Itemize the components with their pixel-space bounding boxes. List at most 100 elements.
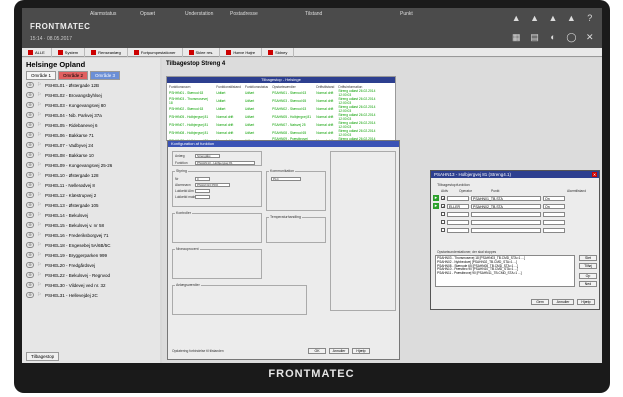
table-row[interactable]: PSHHN01 - Stænod 63 Udført Udført PSAHN01 -… [169, 89, 393, 97]
tab-alle[interactable]: ALLE [22, 47, 52, 57]
cancel-button[interactable]: Annuller [552, 299, 574, 305]
alarm-state-select[interactable] [543, 211, 565, 217]
punkt-field[interactable] [471, 211, 541, 217]
bell-icon[interactable]: ▲ [508, 10, 524, 27]
tab-renseanlaeg[interactable]: Renseanlæg [85, 47, 128, 57]
station-item[interactable]: ⊕ ⚐ PSHEL18 - Engesebej 5A/6B/5C [22, 240, 160, 250]
tab-sidney[interactable]: Sidney [262, 47, 295, 57]
col-postadresse[interactable]: Postadresse [230, 11, 305, 17]
lukketid-field[interactable] [195, 189, 210, 193]
station-item[interactable]: ⊕ ⚐ PSHEL31 - Hellevejdej 2C [22, 290, 160, 300]
active-checkbox[interactable]: ✓ [441, 204, 445, 209]
station-item[interactable]: ⊕ ⚐ PSHEL03 - Kongevangsvej 80 [22, 100, 160, 110]
punkt-field[interactable] [471, 219, 541, 225]
station-item[interactable]: ⊕ ⚐ PSHEL05 - Ridebanevej 6 [22, 120, 160, 130]
update-checkbox-label[interactable]: Opdatering forbindelse til tilstanden [172, 349, 224, 353]
col-alarmstatus[interactable]: Alarmstatus [90, 11, 140, 17]
help-icon[interactable]: ? [582, 10, 598, 27]
station-item[interactable]: ⊕ ⚐ PSHEL01 - Østergade 12B [22, 80, 160, 90]
col-opsaet[interactable]: Opsæt [140, 11, 185, 17]
arrow-right-icon[interactable]: ▸ [433, 203, 439, 209]
bezel-logo: FRONTMATEC [268, 368, 355, 380]
alarmnavn-field[interactable]: PSHHN13 PRO [195, 183, 230, 187]
bell-icon[interactable]: ▲ [526, 10, 542, 27]
help-button[interactable]: Hjælp [352, 348, 370, 354]
stop-list[interactable]: PSAHN03 - Thorsmosevej 18 [PSAHN03_TB.CM… [435, 255, 575, 287]
station-item[interactable]: ⊕ ⚐ PSHEL30 - Vildevej ved nr. 32 [22, 280, 160, 290]
tab-hoerve[interactable]: Hørve Højre [220, 47, 263, 57]
col-understation[interactable]: Understation [185, 11, 230, 17]
operator-select[interactable] [447, 211, 469, 217]
arrow-right-icon[interactable]: ▸ [433, 195, 439, 201]
add-button[interactable]: Tilføj [579, 263, 597, 269]
tab-system[interactable]: System [52, 47, 86, 57]
station-item[interactable]: ⊕ ⚐ PSHEL12 - Klæstrupvej 2 [22, 190, 160, 200]
table-row[interactable]: PSHHN02 - Stænod 63 Udført Udført PSAHN02 -… [169, 105, 393, 113]
tilbagestop-button[interactable]: Tilbagestop [26, 352, 60, 361]
operator-select[interactable] [447, 219, 469, 225]
cancel-button[interactable]: Annuller [329, 348, 349, 354]
station-item[interactable]: ⊕ ⚐ PSHEL09 - Kongevangsvej 25-26 [22, 160, 160, 170]
station-item[interactable]: ⊕ ⚐ PSHEL02 - Brovangsbyhlsej [22, 90, 160, 100]
delete-button[interactable]: Slet [579, 255, 597, 261]
close-icon[interactable]: ✕ [592, 172, 597, 177]
operator-select[interactable] [447, 195, 469, 201]
punkt-field[interactable] [471, 227, 541, 233]
operator-select[interactable] [447, 227, 469, 233]
grid-icon[interactable]: ▦ [508, 29, 524, 46]
tab-omraade-1[interactable]: Område 1 [26, 71, 57, 80]
punkt-field[interactable]: PSAHN01_TB.STA [471, 195, 541, 201]
active-checkbox[interactable] [441, 212, 445, 216]
plc-field[interactable]: PLC [271, 177, 301, 181]
tab-omraade-2[interactable]: Område 2 [58, 71, 89, 80]
station-item[interactable]: ⊕ ⚐ PSHEL07 - Vadbyvej 24 [22, 140, 160, 150]
tab-sklee[interactable]: Sklee res. [183, 47, 221, 57]
help-button[interactable]: Hjælp [577, 299, 595, 305]
list-item[interactable]: PSAHN11 - Præstbrovej 90 [PSAHN11_TB.CMD… [437, 271, 573, 276]
save-button[interactable]: Gem [531, 299, 549, 305]
station-item[interactable]: ⊕ ⚐ PSHEL06 - Bakkarse 71 [22, 130, 160, 140]
down-button[interactable]: Ned [579, 281, 597, 287]
station-item[interactable]: ⊕ ⚐ PSHEL13 - Østergade 105 [22, 200, 160, 210]
alarm-state-select[interactable] [543, 227, 565, 233]
active-checkbox[interactable] [441, 220, 445, 224]
station-item[interactable]: ⊕ ⚐ PSHEL19 - Bryggerparken 999 [22, 250, 160, 260]
active-checkbox[interactable] [441, 228, 445, 232]
operator-select[interactable]: ELLER [447, 203, 469, 209]
circle-icon[interactable]: ◯ [563, 29, 579, 46]
funktion-field[interactable]: PSAHN13 - Holbjergvej 81 [195, 161, 255, 165]
station-item[interactable]: ⊕ ⚐ PSHEL11 - Nellerødvej 8 [22, 180, 160, 190]
circle-icon[interactable]: ◐ [545, 29, 561, 46]
bell-icon[interactable]: ▲ [563, 10, 579, 27]
nr-field[interactable]: 0 [195, 177, 210, 181]
chart-icon[interactable]: ▤ [526, 29, 542, 46]
station-item[interactable]: ⊕ ⚐ PSHEL20 - Fredgårdsvej [22, 260, 160, 270]
alarm-state-select[interactable]: On [543, 195, 565, 201]
anlaeg-field[interactable]: Strenglåst [195, 154, 220, 158]
close-icon[interactable]: ✕ [582, 29, 598, 46]
alarm-state-select[interactable]: On [543, 203, 565, 209]
col-punkt[interactable]: Punkt [400, 11, 450, 17]
station-item[interactable]: ⊕ ⚐ PSHEL14 - Bekulsvej [22, 210, 160, 220]
station-item[interactable]: ⊕ ⚐ PSHEL04 - Nib. Parkvej 37a [22, 110, 160, 120]
col-tilstand[interactable]: Tilstand [305, 11, 400, 17]
bell-icon[interactable]: ▲ [545, 10, 561, 27]
table-row[interactable]: PSHHN05 - Holbjergvej 81 Normal drift Udfø… [169, 113, 393, 121]
station-item[interactable]: ⊕ ⚐ PSHEL10 - Østergade 128 [22, 170, 160, 180]
ok-button[interactable]: OK [308, 348, 326, 354]
punkt-field[interactable]: PSAHN02_TB.STA [471, 203, 541, 209]
active-checkbox[interactable]: ✓ [441, 196, 445, 201]
station-item[interactable]: ⊕ ⚐ PSHEL08 - Bakkarse 10 [22, 150, 160, 160]
table-row[interactable]: PSHHN08 - Holbjergvej 81 Normal drift Udfø… [169, 129, 393, 137]
tab-omraade-3[interactable]: Område 3 [90, 71, 121, 80]
table-row[interactable]: PSHHN03 - Thorsmosevej 18 Udført Udført PSA… [169, 97, 393, 105]
station-tabs: ALLE System Renseanlæg Fortpumpestatione… [22, 47, 602, 57]
station-item[interactable]: ⊕ ⚐ PSHEL22 - Bekulsvej - Regnvod [22, 270, 160, 280]
station-item[interactable]: ⊕ ⚐ PSHEL16 - Frederiksborgvej 71 [22, 230, 160, 240]
tab-pumpestationer[interactable]: Fortpumpestationer [128, 47, 183, 57]
alarm-state-select[interactable] [543, 219, 565, 225]
table-row[interactable]: PSHHN07 - Holbjergvej 81 Normal drift Udfø… [169, 121, 393, 129]
up-button[interactable]: Op [579, 273, 597, 279]
station-item[interactable]: ⊕ ⚐ PSHEL15 - Bekulsvej v. nr 58 [22, 220, 160, 230]
lukketid-maks-field[interactable] [195, 195, 210, 199]
